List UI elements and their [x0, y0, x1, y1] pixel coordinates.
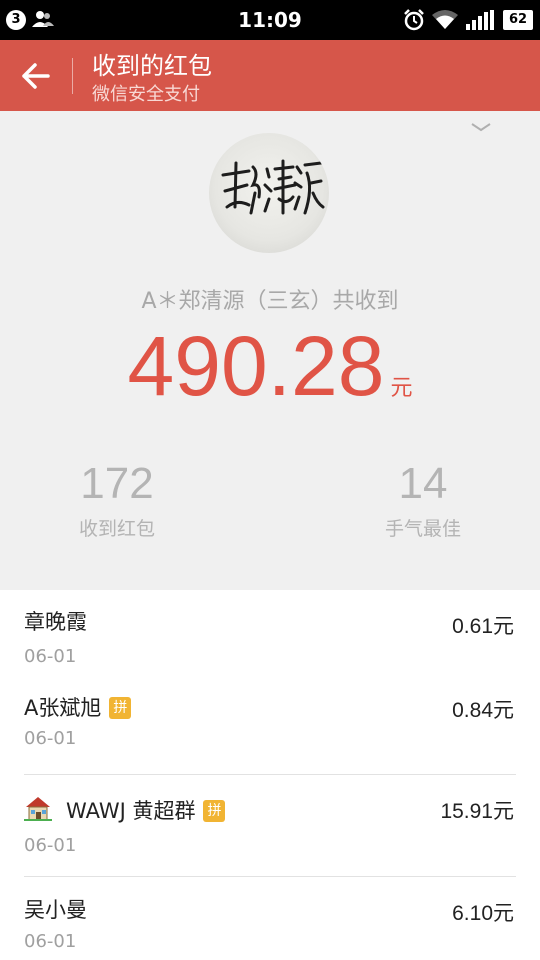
record-date: 06-01: [24, 835, 77, 856]
record-name: A张斌旭: [24, 696, 102, 720]
list-item[interactable]: 章晚霞 06-01 0.61元: [0, 590, 540, 682]
record-amount: 0.61元: [452, 615, 514, 638]
signal-icon: [466, 10, 494, 30]
total-amount-row: 490.28 元: [0, 316, 540, 416]
list-item[interactable]: A张斌旭拼 06-01 0.84元: [0, 682, 540, 775]
group-badge: 拼: [109, 697, 132, 719]
signature-avatar-image: [221, 159, 325, 215]
record-name-wrap: A张斌旭拼: [24, 692, 132, 722]
list-item[interactable]: 吴小曼 06-01 6.10元: [0, 877, 540, 960]
best-luck-stat: 14 手气最佳: [323, 456, 523, 541]
header-divider: [72, 58, 73, 94]
record-name: WAWJ 黄超群: [66, 799, 196, 823]
record-date: 06-01: [24, 646, 77, 667]
chevron-down-icon[interactable]: [470, 121, 492, 133]
record-name-wrap: WAWJ 黄超群拼: [24, 795, 226, 825]
record-date: 06-01: [24, 931, 77, 952]
amount-unit: 元: [390, 376, 413, 401]
received-count-label: 收到红包: [78, 518, 155, 540]
page-title: 收到的红包: [92, 52, 212, 80]
summary-panel: A＊郑清源（三玄）共收到 490.28 元 172 收到红包 14 手气最佳: [0, 111, 540, 590]
best-luck-label: 手气最佳: [384, 518, 461, 540]
received-count-stat: 172 收到红包: [17, 456, 217, 541]
received-count: 172: [80, 459, 154, 508]
house-icon: [24, 797, 52, 821]
back-button[interactable]: [16, 54, 56, 98]
wifi-icon: [432, 10, 458, 29]
avatar[interactable]: [209, 133, 329, 253]
app-header: 收到的红包 微信安全支付: [0, 40, 540, 111]
sender-summary-text: A＊郑清源（三玄）共收到: [141, 289, 399, 314]
record-amount: 15.91元: [440, 800, 514, 823]
list-item[interactable]: WAWJ 黄超群拼 06-01 15.91元: [0, 775, 540, 877]
status-bar: 3 11:09 62: [0, 0, 540, 40]
record-amount: 0.84元: [452, 699, 514, 722]
alarm-icon: [404, 9, 424, 31]
clock: 11:09: [238, 8, 302, 32]
record-name: 章晚霞: [24, 610, 87, 634]
battery-indicator: 62: [503, 10, 533, 30]
record-date: 06-01: [24, 728, 77, 749]
record-name: 吴小曼: [24, 898, 87, 922]
best-luck-count: 14: [398, 459, 448, 508]
group-badge: 拼: [203, 800, 226, 822]
page-subtitle: 微信安全支付: [92, 84, 200, 105]
total-amount: 490.28: [127, 319, 385, 413]
record-amount: 6.10元: [452, 902, 514, 925]
